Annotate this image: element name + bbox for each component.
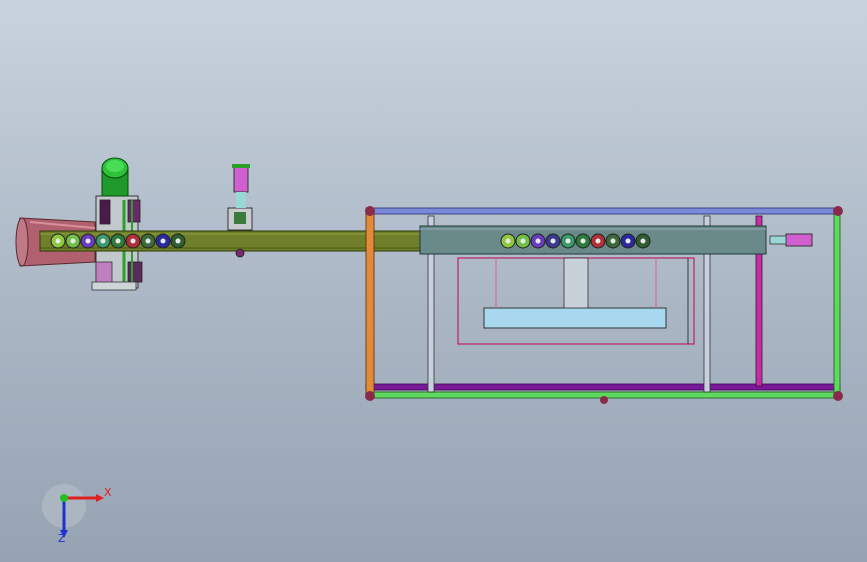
roller-hub: [145, 238, 151, 244]
y-axis-dot: [60, 494, 68, 502]
roller-hub: [640, 238, 646, 244]
roller-hub: [535, 238, 541, 244]
roller-hub: [580, 238, 586, 244]
x-axis-label: X: [104, 486, 112, 499]
orientation-triad: X Z: [42, 484, 112, 545]
roller-hub: [85, 238, 91, 244]
roller-hub: [70, 238, 76, 244]
roller-hub: [625, 238, 631, 244]
roller-hub: [565, 238, 571, 244]
drive-motor: [101, 157, 129, 197]
roller-hub: [55, 238, 61, 244]
roller-hub: [130, 238, 136, 244]
roller-hub: [595, 238, 601, 244]
roller-hub: [100, 238, 106, 244]
work-table: [457, 257, 695, 345]
roller-hub: [175, 238, 181, 244]
roller-hub: [115, 238, 121, 244]
roller-hub: [610, 238, 616, 244]
roller-hub: [160, 238, 166, 244]
end-sensor: [769, 233, 813, 247]
roller-hub: [520, 238, 526, 244]
cad-viewport[interactable]: X Z: [0, 0, 867, 562]
roller-hub: [550, 238, 556, 244]
sensor-module: [227, 164, 253, 231]
roller-row-left: [50, 233, 186, 249]
roller-hub: [505, 238, 511, 244]
assembly-drawing: X Z: [15, 157, 843, 545]
z-axis-label: Z: [58, 532, 66, 545]
